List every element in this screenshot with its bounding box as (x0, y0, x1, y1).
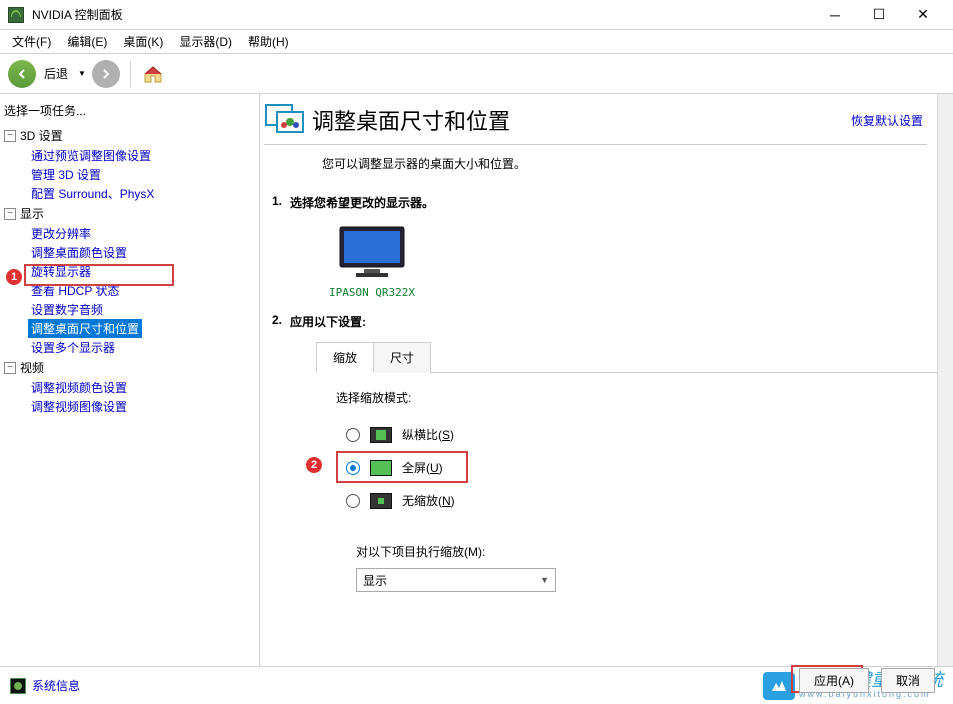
collapse-icon[interactable]: − (4, 130, 16, 142)
bottombar: 系统信息 白云一键重装系统 www.baiyunxitong.com 应用(A)… (0, 666, 953, 704)
tab-content-scale: 选择缩放模式: 纵横比(S) 2 全屏(U) 无缩放(N) (316, 373, 945, 592)
step-1-number: 1. (272, 194, 282, 211)
restore-defaults-link[interactable]: 恢复默认设置 (851, 112, 923, 129)
tabs: 缩放 尺寸 (316, 342, 945, 373)
menu-help[interactable]: 帮助(H) (240, 30, 297, 53)
nvidia-logo-icon (8, 7, 24, 23)
tab-size[interactable]: 尺寸 (373, 342, 431, 373)
radio-label: 全屏(U) (402, 459, 443, 476)
toolbar-separator (130, 61, 131, 87)
sidebar: 选择一项任务... − 3D 设置 通过预览调整图像设置 管理 3D 设置 配置… (0, 94, 260, 668)
close-button[interactable]: ✕ (901, 1, 945, 29)
tab-scale[interactable]: 缩放 (316, 342, 374, 373)
no-scaling-icon (370, 493, 392, 509)
back-button[interactable] (8, 60, 36, 88)
annotation-badge-1: 1 (6, 269, 22, 285)
radio-icon (346, 461, 360, 475)
page-header-icon (264, 102, 304, 138)
menu-desktop[interactable]: 桌面(K) (115, 30, 171, 53)
menu-display[interactable]: 显示器(D) (171, 30, 240, 53)
forward-button[interactable] (92, 60, 120, 88)
toolbar: 后退 ▼ (0, 54, 953, 94)
scale-target-select[interactable]: 显示 ▼ (356, 568, 556, 592)
tree-item-preview-image[interactable]: 通过预览调整图像设置 (28, 146, 154, 165)
titlebar: NVIDIA 控制面板 ─ ☐ ✕ (0, 0, 953, 30)
tree-item-video-image[interactable]: 调整视频图像设置 (28, 397, 130, 416)
scale-mode-label: 选择缩放模式: (336, 389, 945, 406)
back-dropdown-icon[interactable]: ▼ (76, 69, 88, 78)
tree-item-manage-3d[interactable]: 管理 3D 设置 (28, 165, 104, 184)
collapse-icon[interactable]: − (4, 208, 16, 220)
system-info-link[interactable]: 系统信息 (32, 677, 80, 694)
page-description: 您可以调整显示器的桌面大小和位置。 (264, 145, 945, 190)
fullscreen-icon (370, 460, 392, 476)
scale-target-value: 显示 (363, 572, 387, 589)
back-label: 后退 (44, 65, 68, 82)
nav-tree: − 3D 设置 通过预览调整图像设置 管理 3D 设置 配置 Surround、… (4, 125, 259, 416)
content-pane: 调整桌面尺寸和位置 恢复默认设置 您可以调整显示器的桌面大小和位置。 1. 选择… (260, 94, 953, 668)
cancel-button[interactable]: 取消 (881, 668, 935, 693)
step-2-row: 2. 应用以下设置: (264, 309, 945, 334)
window-title: NVIDIA 控制面板 (32, 6, 813, 23)
tree-item-digital-audio[interactable]: 设置数字音频 (28, 300, 106, 319)
page-header: 调整桌面尺寸和位置 恢复默认设置 (264, 100, 927, 145)
tree-item-surround-physx[interactable]: 配置 Surround、PhysX (28, 184, 157, 203)
tree-item-video-color[interactable]: 调整视频颜色设置 (28, 378, 130, 397)
radio-label: 纵横比(S) (402, 426, 454, 443)
radio-label: 无缩放(N) (402, 492, 455, 509)
step-2-number: 2. (272, 313, 282, 330)
annotation-badge-2: 2 (306, 457, 322, 473)
radio-icon (346, 494, 360, 508)
main-area: 选择一项任务... − 3D 设置 通过预览调整图像设置 管理 3D 设置 配置… (0, 94, 953, 668)
tree-section-display[interactable]: − 显示 (4, 203, 259, 224)
radio-icon (346, 428, 360, 442)
tree-item-hdcp[interactable]: 查看 HDCP 状态 (28, 281, 122, 300)
menu-edit[interactable]: 编辑(E) (59, 30, 115, 53)
apply-button[interactable]: 应用(A) (799, 668, 869, 693)
scale-target-label: 对以下项目执行缩放(M): (356, 543, 945, 560)
scrollbar[interactable] (937, 94, 953, 668)
tree-item-desktop-color[interactable]: 调整桌面颜色设置 (28, 243, 130, 262)
tree-item-multi-display[interactable]: 设置多个显示器 (28, 338, 118, 357)
chevron-down-icon: ▼ (540, 575, 549, 585)
collapse-icon[interactable]: − (4, 362, 16, 374)
watermark-logo-icon (763, 672, 795, 700)
radio-aspect-ratio[interactable]: 纵横比(S) (336, 418, 945, 451)
sysinfo-icon (10, 678, 26, 694)
radio-fullscreen[interactable]: 全屏(U) (336, 451, 945, 484)
tree-section-video[interactable]: − 视频 (4, 357, 259, 378)
tree-item-resolution[interactable]: 更改分辨率 (28, 224, 94, 243)
menu-file[interactable]: 文件(F) (4, 30, 59, 53)
monitor-name: IPASON QR322X (322, 286, 422, 299)
home-button[interactable] (141, 62, 165, 86)
tree-item-rotate[interactable]: 旋转显示器 (28, 262, 94, 281)
tree-item-adjust-size-position[interactable]: 调整桌面尺寸和位置 (28, 319, 142, 338)
step-1-row: 1. 选择您希望更改的显示器。 (264, 190, 945, 215)
monitor-thumbnail[interactable]: IPASON QR322X (322, 225, 422, 299)
maximize-button[interactable]: ☐ (857, 1, 901, 29)
step-1-label: 选择您希望更改的显示器。 (290, 194, 434, 211)
menubar: 文件(F) 编辑(E) 桌面(K) 显示器(D) 帮助(H) (0, 30, 953, 54)
step-2-label: 应用以下设置: (290, 313, 366, 330)
radio-no-scaling[interactable]: 无缩放(N) (336, 484, 945, 517)
sidebar-title: 选择一项任务... (4, 98, 259, 125)
page-title: 调整桌面尺寸和位置 (312, 104, 851, 136)
tree-section-3d[interactable]: − 3D 设置 (4, 125, 259, 146)
minimize-button[interactable]: ─ (813, 1, 857, 29)
aspect-ratio-icon (370, 427, 392, 443)
